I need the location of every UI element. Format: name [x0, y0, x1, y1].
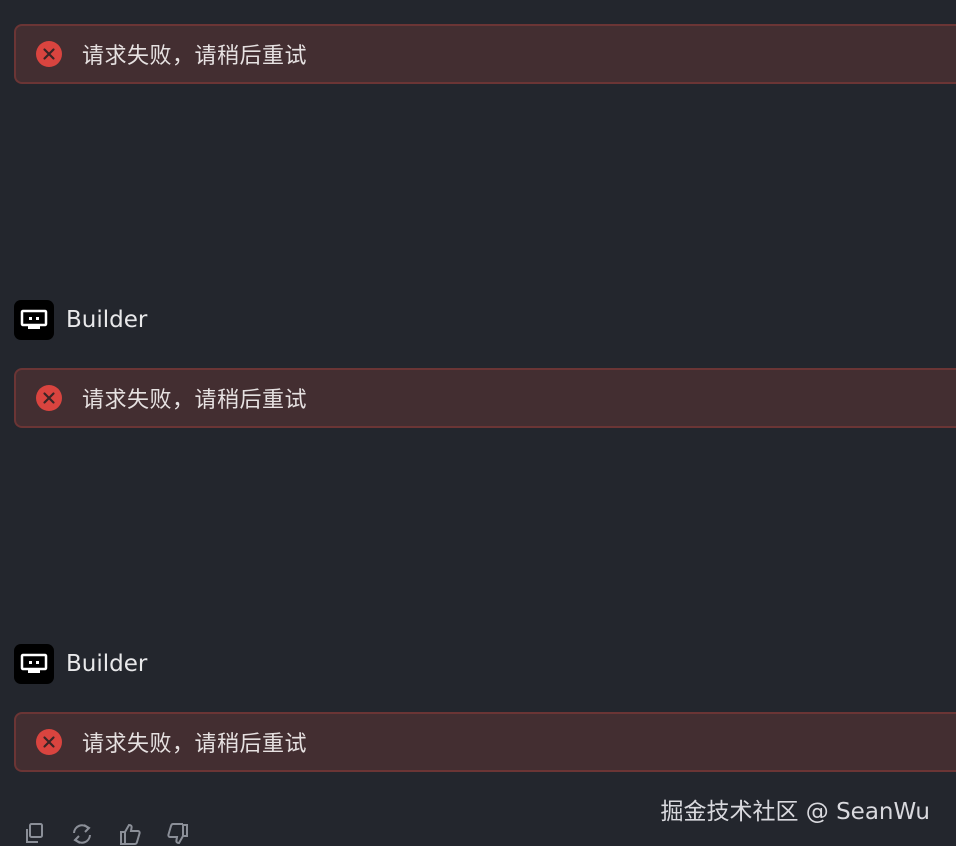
error-circle-icon [36, 385, 62, 411]
error-message: 请求失败，请稍后重试 [14, 712, 956, 772]
bot-avatar-icon [14, 644, 54, 684]
error-circle-icon [36, 729, 62, 755]
copy-icon[interactable] [22, 822, 46, 846]
message-sender: Builder [14, 300, 147, 340]
error-text: 请求失败，请稍后重试 [82, 44, 308, 69]
error-circle-icon [36, 41, 62, 67]
message-sender: Builder [14, 644, 147, 684]
error-text: 请求失败，请稍后重试 [82, 732, 308, 757]
thumbs-up-icon[interactable] [118, 822, 142, 846]
message-actions [22, 822, 190, 846]
error-message: 请求失败，请稍后重试 [14, 24, 956, 84]
bot-avatar-icon [14, 300, 54, 340]
watermark-text: 掘金技术社区 @ SeanWu [660, 799, 930, 825]
regenerate-icon[interactable] [70, 822, 94, 846]
sender-name: Builder [66, 651, 148, 677]
sender-name: Builder [66, 307, 148, 333]
chat-page: 请求失败，请稍后重试 Builder 请求失败，请稍后重试 Builder 请求… [0, 0, 956, 846]
error-message: 请求失败，请稍后重试 [14, 368, 956, 428]
error-text: 请求失败，请稍后重试 [82, 388, 308, 413]
thumbs-down-icon[interactable] [166, 822, 190, 846]
